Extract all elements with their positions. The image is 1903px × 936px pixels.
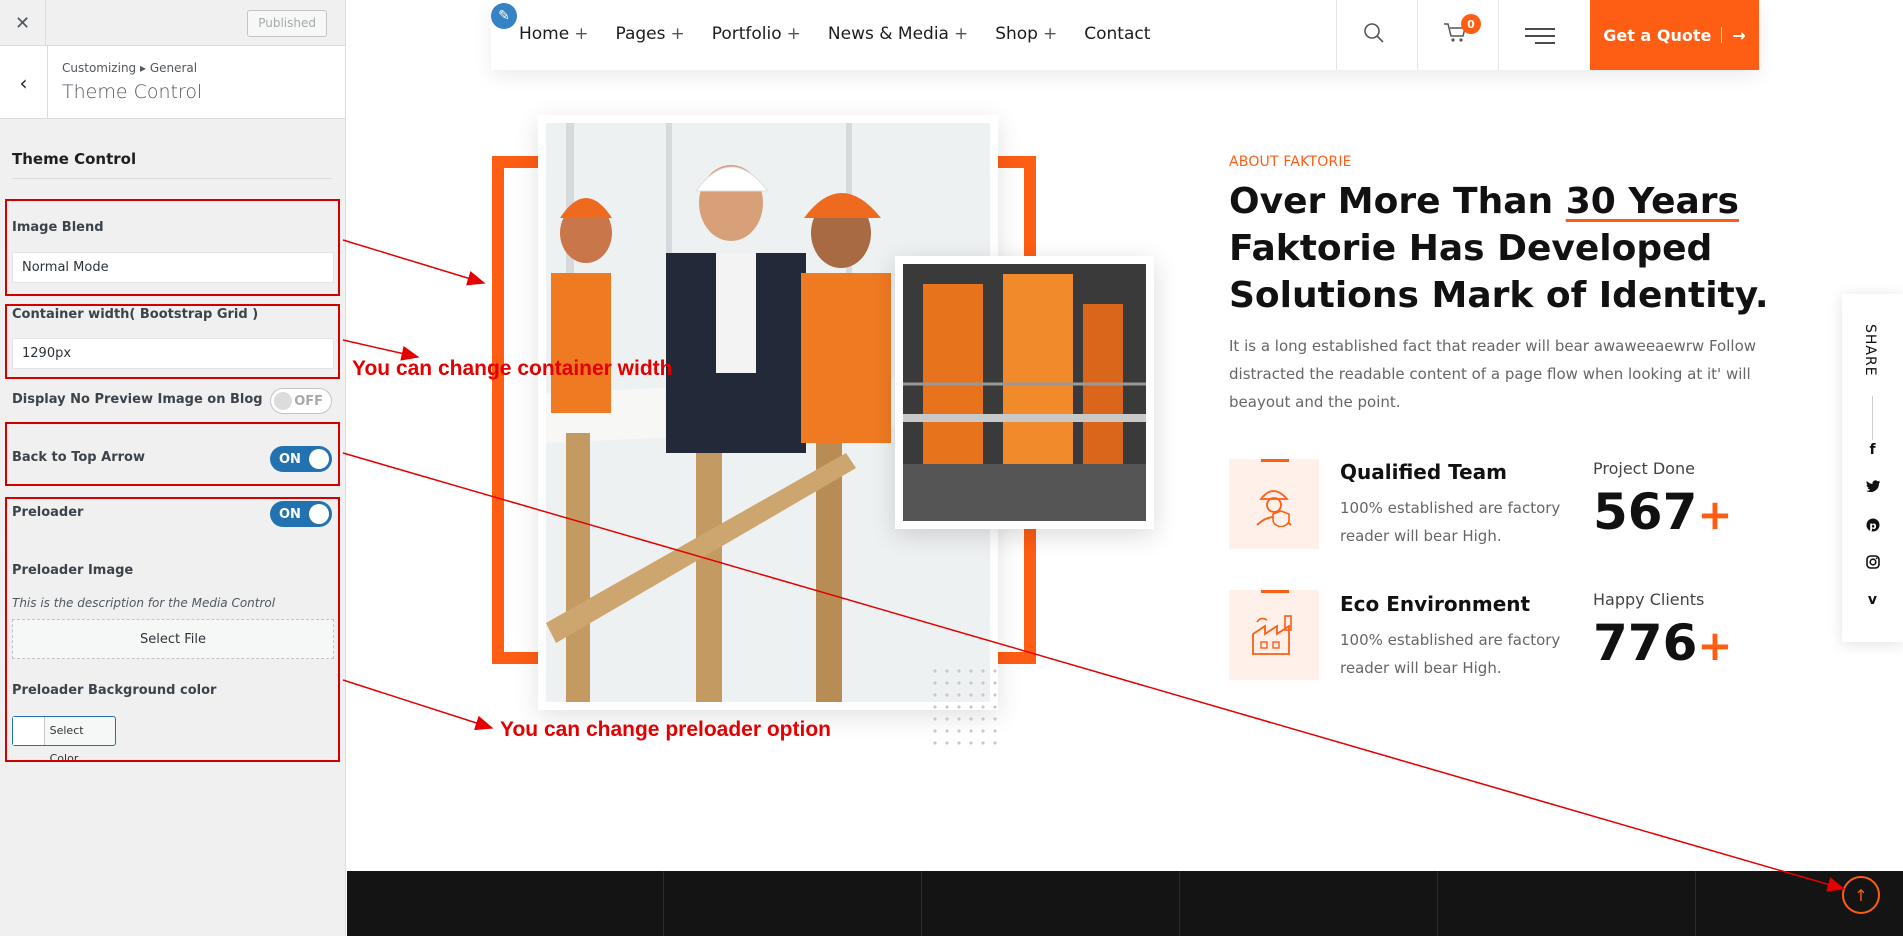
plus-icon: + (1042, 24, 1058, 44)
title-line3: Solutions Mark of Identity. (1229, 275, 1769, 316)
instagram-icon[interactable] (1842, 555, 1903, 573)
annotation-preloader: You can change preloader option (500, 718, 831, 741)
back-to-top-arrow-icon[interactable]: ↑ (1842, 876, 1880, 914)
nav-item-portfolio[interactable]: Portfolio + (712, 24, 801, 44)
nav-item-pages[interactable]: Pages + (615, 24, 684, 44)
no-preview-toggle[interactable]: OFF (270, 388, 332, 414)
about-subtitle: ABOUT FAKTORIE (1229, 154, 1352, 170)
nav-divider (1417, 0, 1418, 70)
plus-icon: + (670, 24, 685, 44)
column-divider (1179, 871, 1180, 936)
divider (1721, 27, 1723, 43)
nav-label: Shop (995, 24, 1038, 44)
pinterest-icon[interactable]: p (1842, 518, 1903, 536)
twitter-icon[interactable] (1842, 480, 1903, 496)
column-divider (921, 871, 922, 936)
decorative-dots (929, 665, 1001, 745)
stat-number: 567 (1593, 483, 1698, 541)
nav-label: Portfolio (711, 24, 782, 44)
stat-suffix: + (1697, 621, 1733, 670)
factory-photo (895, 256, 1154, 529)
column-divider (1695, 871, 1696, 936)
column-divider (1437, 871, 1438, 936)
dark-section (347, 871, 1903, 936)
feature-text: 100% established are factory reader will… (1340, 499, 1561, 545)
stat-suffix: + (1697, 490, 1733, 539)
menu-icon[interactable] (1525, 26, 1555, 51)
highlight-back-to-top (5, 422, 340, 486)
stat-value: 776+ (1593, 614, 1733, 672)
site-preview: ✎ Home + Pages + Portfolio + News & Media + … (347, 0, 1903, 936)
panel-heading: ‹ Customizing ▸ General Theme Control (0, 46, 345, 119)
highlight-image-blend (5, 199, 340, 296)
stat-label: Happy Clients (1593, 590, 1705, 609)
edit-shortcut-icon[interactable]: ✎ (491, 3, 517, 29)
share-divider (1872, 396, 1873, 440)
column-divider (663, 871, 664, 936)
nav-label: Contact (1084, 24, 1151, 44)
feature-title: Qualified Team (1340, 460, 1508, 484)
nav-label: Pages (615, 24, 666, 44)
nav-item-home[interactable]: Home + (519, 24, 588, 44)
get-a-quote-button[interactable]: Get a Quote → (1590, 0, 1759, 70)
feature-text: 100% established are factory reader will… (1340, 631, 1561, 677)
svg-text:p: p (1869, 521, 1876, 532)
no-preview-label: Display No Preview Image on Blog (12, 392, 263, 407)
quote-label: Get a Quote (1603, 25, 1712, 45)
highlight-preloader (5, 497, 340, 762)
title-line2: Faktorie Has Developed (1229, 228, 1713, 269)
about-title: Over More Than 30 Years Faktorie Has Dev… (1229, 178, 1789, 319)
stat-number: 776 (1593, 614, 1698, 672)
panel-title: Theme Control (62, 81, 203, 103)
stat-value: 567+ (1593, 483, 1733, 541)
factory-photo-image (903, 264, 1146, 521)
nav-divider (1498, 0, 1499, 70)
nav-item-contact[interactable]: Contact (1084, 24, 1150, 44)
close-icon[interactable]: ✕ (0, 0, 46, 46)
title-highlight: 30 Years (1565, 181, 1739, 222)
arrow-right-icon: → (1732, 25, 1746, 45)
main-navigation: ✎ Home + Pages + Portfolio + News & Media + … (491, 0, 1759, 70)
about-description: It is a long established fact that reade… (1229, 337, 1757, 411)
share-sidebar: SHARE f p v (1842, 294, 1903, 642)
nav-item-shop[interactable]: Shop + (995, 24, 1057, 44)
customizer-header-bar: ✕ Published (0, 0, 345, 46)
search-icon[interactable] (1363, 22, 1385, 50)
facebook-icon[interactable]: f (1842, 442, 1903, 458)
published-button[interactable]: Published (247, 10, 327, 37)
cart-count-badge: 0 (1461, 14, 1481, 34)
nav-label: Home (519, 24, 570, 44)
nav-item-news-media[interactable]: News & Media + (828, 24, 968, 44)
title-line1: Over More Than (1229, 181, 1566, 222)
highlight-container-width (5, 304, 340, 379)
eco-environment-icon-box (1229, 590, 1319, 680)
stat-label: Project Done (1593, 459, 1695, 478)
back-arrow-icon[interactable]: ‹ (0, 46, 48, 119)
plus-icon: + (786, 24, 801, 44)
vimeo-icon[interactable]: v (1842, 592, 1903, 608)
qualified-team-icon-box (1229, 459, 1319, 549)
decorative-bracket-left (492, 156, 539, 664)
section-title: Theme Control (12, 150, 137, 168)
feature-title: Eco Environment (1340, 592, 1531, 616)
worker-shield-icon (1229, 459, 1319, 549)
nav-links: Home + Pages + Portfolio + News & Media + Sh… (519, 24, 1150, 44)
annotation-container-width: You can change container width (352, 357, 673, 380)
section-divider (12, 178, 332, 179)
breadcrumb: Customizing ▸ General (62, 61, 198, 75)
toggle-state: OFF (294, 393, 323, 409)
nav-divider (1336, 0, 1337, 70)
share-label: SHARE (1862, 324, 1878, 377)
plus-icon: + (953, 24, 969, 44)
factory-icon (1229, 590, 1319, 680)
nav-label: News & Media (827, 24, 949, 44)
plus-icon: + (574, 24, 589, 44)
